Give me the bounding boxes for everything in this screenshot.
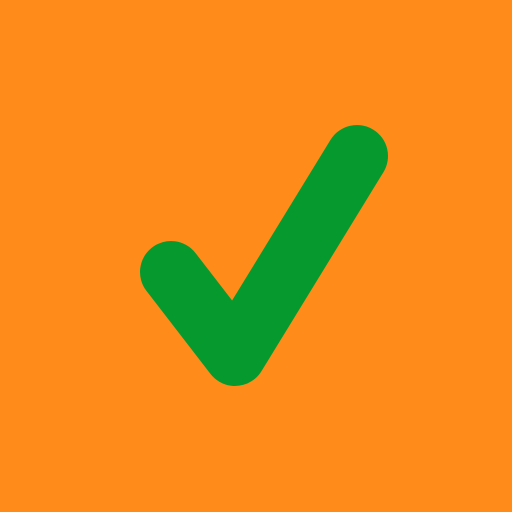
checkmark-icon (140, 125, 388, 386)
checkmark-stroke (140, 125, 388, 386)
checkmark-canvas (0, 0, 512, 512)
